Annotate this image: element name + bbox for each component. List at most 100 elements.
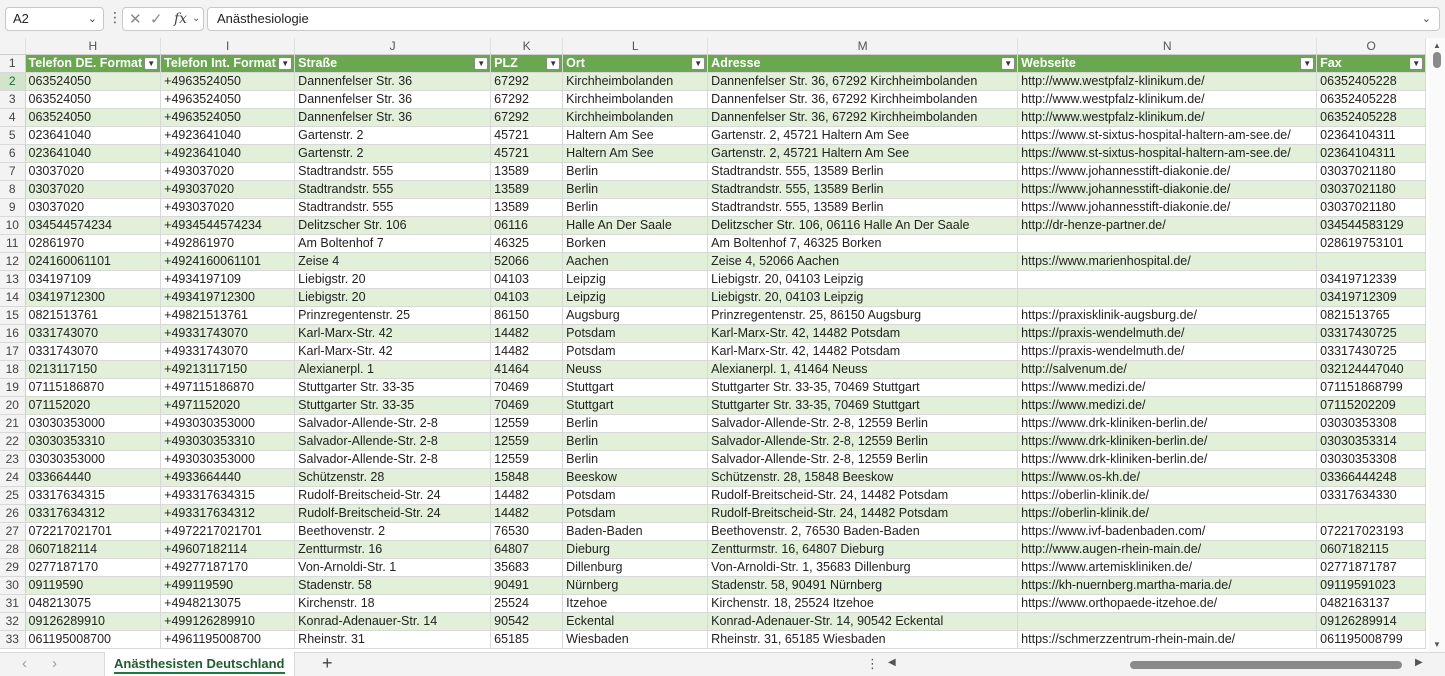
cell-o[interactable]: 09119591023 bbox=[1316, 576, 1427, 595]
add-sheet-icon[interactable]: + bbox=[322, 653, 333, 674]
cell-k[interactable]: 12559 bbox=[490, 432, 564, 451]
formula-input[interactable]: Anästhesiologie ⌄ bbox=[207, 7, 1440, 31]
cell-l[interactable]: Halle An Der Saale bbox=[562, 216, 709, 235]
cell-n[interactable] bbox=[1017, 270, 1318, 289]
cell-i[interactable]: +493030353310 bbox=[160, 432, 296, 451]
filter-dropdown-icon[interactable]: ▼ bbox=[691, 56, 706, 70]
cell-i[interactable]: +49331743070 bbox=[160, 324, 296, 343]
cell-h[interactable]: 03317634312 bbox=[25, 504, 162, 523]
cell-l[interactable]: Neuss bbox=[562, 360, 709, 379]
cell-o[interactable]: 034544583129 bbox=[1316, 216, 1427, 235]
cell-l[interactable]: Augsburg bbox=[562, 306, 709, 325]
cell-i[interactable]: +493317634315 bbox=[160, 486, 296, 505]
cell-l[interactable]: Berlin bbox=[562, 162, 709, 181]
cell-j[interactable]: Stuttgarter Str. 33-35 bbox=[294, 378, 492, 397]
cell-l[interactable]: Beeskow bbox=[562, 468, 709, 487]
chevron-down-icon[interactable]: ⌄ bbox=[88, 8, 97, 30]
cell-k[interactable]: 70469 bbox=[490, 396, 564, 415]
cell-l[interactable]: Haltern Am See bbox=[562, 126, 709, 145]
cell-h[interactable]: 0607182114 bbox=[25, 540, 162, 559]
row-header[interactable]: 31 bbox=[0, 594, 26, 613]
table-header-cell[interactable]: Fax ▼ bbox=[1316, 54, 1427, 73]
cell-j[interactable]: Von-Arnoldi-Str. 1 bbox=[294, 558, 492, 577]
cell-l[interactable]: Potsdam bbox=[562, 486, 709, 505]
row-header[interactable]: 12 bbox=[0, 252, 26, 271]
cell-m[interactable]: Stadenstr. 58, 90491 Nürnberg bbox=[707, 576, 1019, 595]
cell-h[interactable]: 072217021701 bbox=[25, 522, 162, 541]
column-header-n[interactable]: N bbox=[1017, 38, 1318, 55]
name-box[interactable]: A2 ⌄ bbox=[5, 7, 104, 31]
cell-m[interactable]: Zentturmstr. 16, 64807 Dieburg bbox=[707, 540, 1019, 559]
cell-h[interactable]: 033664440 bbox=[25, 468, 162, 487]
cell-h[interactable]: 0213117150 bbox=[25, 360, 162, 379]
cell-l[interactable]: Berlin bbox=[562, 180, 709, 199]
row-header[interactable]: 1 bbox=[0, 54, 26, 73]
cell-i[interactable]: +49213117150 bbox=[160, 360, 296, 379]
scroll-up-icon[interactable]: ▲ bbox=[1433, 41, 1441, 50]
cell-o[interactable]: 03037021180 bbox=[1316, 162, 1427, 181]
enter-icon[interactable]: ✓ bbox=[150, 10, 163, 28]
cell-l[interactable]: Borken bbox=[562, 234, 709, 253]
cell-k[interactable]: 65185 bbox=[490, 630, 564, 649]
cell-l[interactable]: Leipzig bbox=[562, 288, 709, 307]
cell-o[interactable]: 0607182115 bbox=[1316, 540, 1427, 559]
cell-i[interactable]: +493317634312 bbox=[160, 504, 296, 523]
cell-h[interactable]: 024160061101 bbox=[25, 252, 162, 271]
filter-dropdown-icon[interactable]: ▼ bbox=[1001, 56, 1016, 70]
cell-k[interactable]: 70469 bbox=[490, 378, 564, 397]
cell-l[interactable]: Wiesbaden bbox=[562, 630, 709, 649]
cell-l[interactable]: Stuttgart bbox=[562, 396, 709, 415]
row-header[interactable]: 32 bbox=[0, 612, 26, 631]
cell-h[interactable]: 02861970 bbox=[25, 234, 162, 253]
cell-j[interactable]: Dannenfelser Str. 36 bbox=[294, 90, 492, 109]
cell-m[interactable]: Liebigstr. 20, 04103 Leipzig bbox=[707, 288, 1019, 307]
row-header[interactable]: 22 bbox=[0, 432, 26, 451]
row-header[interactable]: 18 bbox=[0, 360, 26, 379]
scroll-down-icon[interactable]: ▼ bbox=[1433, 640, 1441, 649]
cell-k[interactable]: 25524 bbox=[490, 594, 564, 613]
cell-j[interactable]: Salvador-Allende-Str. 2-8 bbox=[294, 432, 492, 451]
cell-n[interactable]: https://oberlin-klinik.de/ bbox=[1017, 486, 1318, 505]
row-header[interactable]: 13 bbox=[0, 270, 26, 289]
cell-o[interactable]: 072217023193 bbox=[1316, 522, 1427, 541]
scroll-right-icon[interactable]: ▶ bbox=[1415, 657, 1423, 668]
cell-j[interactable]: Zeise 4 bbox=[294, 252, 492, 271]
cell-l[interactable]: Berlin bbox=[562, 414, 709, 433]
row-header[interactable]: 29 bbox=[0, 558, 26, 577]
cell-i[interactable]: +499126289910 bbox=[160, 612, 296, 631]
cell-j[interactable]: Stadtrandstr. 555 bbox=[294, 162, 492, 181]
cell-n[interactable]: https://kh-nuernberg.martha-maria.de/ bbox=[1017, 576, 1318, 595]
table-header-cell[interactable]: Telefon Int. Format ▼ bbox=[160, 54, 296, 73]
cell-o[interactable]: 06352405228 bbox=[1316, 90, 1427, 109]
row-header[interactable]: 2 bbox=[0, 72, 26, 91]
cell-k[interactable]: 86150 bbox=[490, 306, 564, 325]
cell-i[interactable]: +499119590 bbox=[160, 576, 296, 595]
cell-j[interactable]: Karl-Marx-Str. 42 bbox=[294, 324, 492, 343]
cell-o[interactable]: 03317430725 bbox=[1316, 324, 1427, 343]
table-header-cell[interactable]: Adresse ▼ bbox=[707, 54, 1019, 73]
vertical-scrollbar[interactable]: ▲ ▼ bbox=[1429, 38, 1445, 652]
cell-h[interactable]: 0331743070 bbox=[25, 324, 162, 343]
cell-n[interactable]: http://www.augen-rhein-main.de/ bbox=[1017, 540, 1318, 559]
cell-k[interactable]: 13589 bbox=[490, 162, 564, 181]
cell-m[interactable]: Salvador-Allende-Str. 2-8, 12559 Berlin bbox=[707, 450, 1019, 469]
cell-m[interactable]: Am Boltenhof 7, 46325 Borken bbox=[707, 234, 1019, 253]
cell-n[interactable]: http://www.westpfalz-klinikum.de/ bbox=[1017, 72, 1318, 91]
cell-m[interactable]: Zeise 4, 52066 Aachen bbox=[707, 252, 1019, 271]
cell-o[interactable]: 03037021180 bbox=[1316, 180, 1427, 199]
cell-j[interactable]: Alexianerpl. 1 bbox=[294, 360, 492, 379]
row-header[interactable]: 14 bbox=[0, 288, 26, 307]
cell-i[interactable]: +493037020 bbox=[160, 162, 296, 181]
cell-k[interactable]: 12559 bbox=[490, 414, 564, 433]
cell-h[interactable]: 048213075 bbox=[25, 594, 162, 613]
cell-h[interactable]: 034544574234 bbox=[25, 216, 162, 235]
cell-i[interactable]: +4963524050 bbox=[160, 108, 296, 127]
insert-function-icon[interactable]: fx bbox=[174, 11, 187, 27]
cell-n[interactable]: https://praxis-wendelmuth.de/ bbox=[1017, 324, 1318, 343]
cell-m[interactable]: Beethovenstr. 2, 76530 Baden-Baden bbox=[707, 522, 1019, 541]
cell-h[interactable]: 023641040 bbox=[25, 126, 162, 145]
cell-k[interactable]: 90491 bbox=[490, 576, 564, 595]
cell-j[interactable]: Konrad-Adenauer-Str. 14 bbox=[294, 612, 492, 631]
column-header-m[interactable]: M bbox=[707, 38, 1019, 55]
cell-n[interactable] bbox=[1017, 234, 1318, 253]
